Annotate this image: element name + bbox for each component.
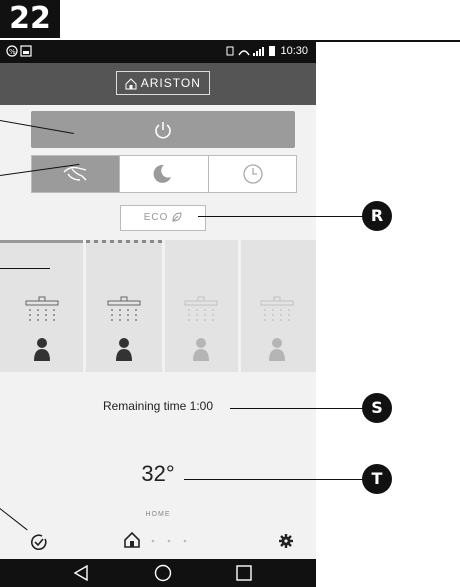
- brand-logo: ARISTON: [116, 71, 210, 95]
- moon-icon: [152, 164, 172, 184]
- mode-manual-button[interactable]: [32, 156, 120, 192]
- signal-battery-icons: [225, 45, 277, 57]
- shower-tile-1[interactable]: [0, 240, 83, 372]
- clock-icon: [242, 163, 264, 185]
- shower-icon: [106, 296, 142, 326]
- leaf-icon: [172, 212, 182, 222]
- power-button[interactable]: [31, 111, 295, 148]
- shower-icon: [24, 296, 60, 326]
- mode-night-button[interactable]: [119, 156, 209, 192]
- android-nav-bar: [0, 559, 316, 587]
- svg-text:%: %: [9, 48, 16, 56]
- person-icon: [267, 337, 287, 361]
- shower-tile-3[interactable]: [165, 240, 238, 372]
- remaining-time: Remaining time 1:00: [102, 399, 214, 413]
- back-icon[interactable]: [73, 565, 89, 581]
- leader-line-r: [198, 216, 364, 217]
- home-label: HOME: [145, 511, 171, 518]
- figure-number: 22: [0, 0, 60, 38]
- leader-line-s: [230, 408, 364, 409]
- home-circle-icon[interactable]: [154, 564, 172, 582]
- leader-line: [0, 268, 50, 269]
- shower-icon: [259, 296, 295, 326]
- recents-icon[interactable]: [236, 565, 252, 581]
- leader-line-t: [184, 479, 364, 480]
- gear-icon[interactable]: [278, 533, 294, 549]
- home-icon[interactable]: [124, 532, 140, 548]
- shower-tile-2[interactable]: [86, 240, 162, 372]
- shower-tiles: [0, 240, 316, 372]
- status-right: 10:30: [225, 45, 308, 57]
- callout-r: R: [362, 201, 392, 231]
- app-bar: ARISTON: [0, 63, 316, 105]
- temperature-display: 32°: [141, 461, 175, 486]
- status-time: 10:30: [280, 45, 308, 57]
- mode-timer-button[interactable]: [209, 156, 296, 192]
- check-circle-icon[interactable]: [30, 533, 48, 551]
- person-icon: [191, 337, 211, 361]
- tile-indicator: [0, 240, 83, 243]
- status-bar: % 10:30: [0, 41, 316, 63]
- person-icon: [114, 337, 134, 361]
- house-icon: [125, 78, 137, 90]
- status-left-icons: %: [6, 45, 34, 57]
- eco-label: ECO: [143, 212, 169, 223]
- eco-button[interactable]: ECO: [120, 205, 206, 231]
- tile-indicator: [86, 240, 162, 243]
- power-icon: [153, 120, 173, 140]
- phone-screen: % 10:30 ARISTON ECO Remaining time 1:00 …: [0, 41, 316, 587]
- shower-tile-4[interactable]: [241, 240, 316, 372]
- mode-selector: [31, 155, 297, 193]
- shower-icon: [183, 296, 219, 326]
- person-icon: [32, 337, 52, 361]
- callout-s: S: [362, 393, 392, 423]
- page-dots-icon: [150, 538, 190, 544]
- callout-t: T: [362, 464, 392, 494]
- hand-icon: [62, 164, 90, 184]
- brand-name: ARISTON: [140, 76, 201, 90]
